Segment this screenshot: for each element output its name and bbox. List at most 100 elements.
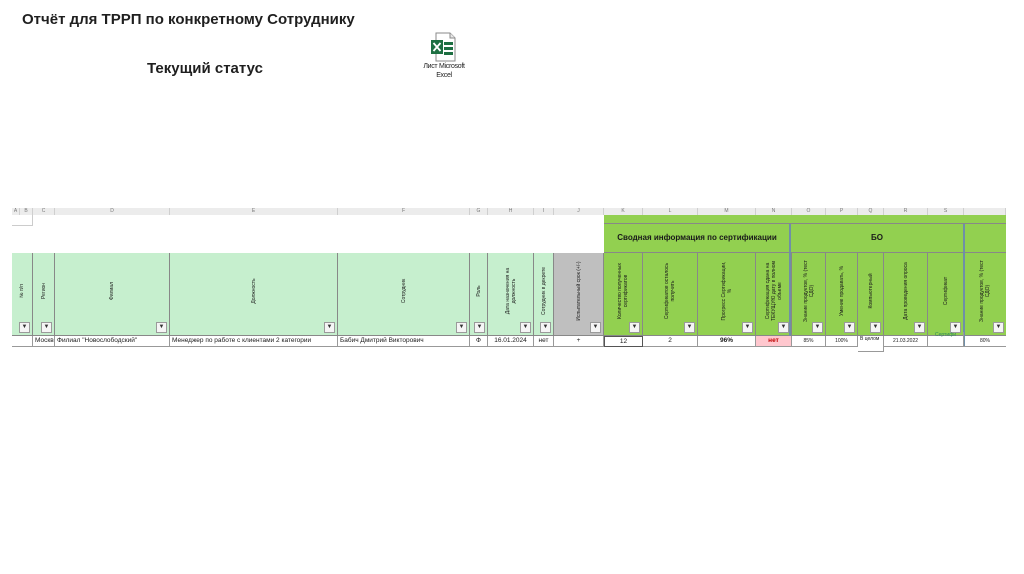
column-letter-B: B — [20, 208, 33, 215]
header-label: Компьютерный — [867, 273, 874, 309]
column-letter-C: C — [33, 208, 55, 215]
column-letter-R: R — [884, 208, 928, 215]
filter-dropdown-icon[interactable]: ▼ — [812, 322, 823, 333]
header-label: Испытательный срок (+/-) — [575, 261, 582, 321]
spreadsheet-excerpt: A B C D E F G H I J K L M N O P Q R S Св… — [12, 208, 1006, 352]
header-region: Регион ▼ — [33, 253, 55, 336]
column-letter-T — [964, 208, 1006, 215]
header-position: Должность ▼ — [170, 253, 338, 336]
header-probation: Испытательный срок (+/-) ▼ — [554, 253, 604, 336]
page-subtitle: Текущий статус — [147, 60, 263, 77]
header-branch: Филиал ▼ — [55, 253, 170, 336]
cell-cert-complete[interactable]: нет — [756, 336, 792, 347]
header-label: Дата проведения опроса — [902, 261, 909, 320]
blank-area — [12, 226, 604, 253]
header-label: Знание продуктов, % (тест СДО) — [979, 259, 991, 322]
cell-num[interactable] — [12, 336, 33, 347]
header-num: № п/п ▼ — [12, 253, 33, 336]
column-letter-H: H — [488, 208, 534, 215]
cell-certs-remaining[interactable]: 2 — [643, 336, 698, 347]
header-label: Роль — [475, 285, 482, 297]
green-band — [604, 215, 1006, 224]
cell-employee[interactable]: Бабич Дмитрий Викторович — [338, 336, 470, 347]
excel-icon — [431, 32, 456, 62]
header-label: Должность — [250, 278, 257, 304]
header-label: Регион — [40, 282, 47, 299]
header-product-knowledge: Знание продуктов, % (тест СДО) ▼ — [792, 253, 826, 336]
cell-region[interactable]: Москва — [33, 336, 55, 347]
attachment-label-line1: Лист Microsoft — [423, 63, 465, 70]
header-product-knowledge-2: Знание продуктов, % (тест СДО) ▼ — [964, 253, 1006, 336]
column-letter-E: E — [170, 208, 338, 215]
header-maternity: Сотрудник в декрете ▼ — [534, 253, 554, 336]
bo-group-label: БО — [871, 233, 883, 242]
filter-dropdown-icon[interactable]: ▼ — [629, 322, 640, 333]
column-letter-A: A — [12, 208, 20, 215]
page-title: Отчёт для ТРРП по конкретному Сотруднику — [22, 11, 355, 28]
certification-group-label: Сводная информация по сертификации — [617, 233, 777, 242]
group-separator — [789, 224, 791, 347]
filter-dropdown-icon[interactable]: ▼ — [474, 322, 485, 333]
filter-dropdown-icon[interactable]: ▼ — [590, 322, 601, 333]
attachment-label-line2: Excel — [436, 72, 452, 79]
header-employee: Сотрудник ▼ — [338, 253, 470, 336]
excel-attachment[interactable]: Лист Microsoft Excel — [408, 32, 480, 90]
filter-dropdown-icon[interactable]: ▼ — [520, 322, 531, 333]
column-letter-I: I — [534, 208, 554, 215]
header-appointment-date: Дата назначения на должность ▼ — [488, 253, 534, 336]
column-letter-F: F — [338, 208, 470, 215]
filter-dropdown-icon[interactable]: ▼ — [540, 322, 551, 333]
header-label: Дата назначения на должность — [504, 267, 517, 314]
filter-dropdown-icon[interactable]: ▼ — [870, 322, 881, 333]
filter-dropdown-icon[interactable]: ▼ — [19, 322, 30, 333]
filter-dropdown-icon[interactable]: ▼ — [914, 322, 925, 333]
header-survey-date: Дата проведения опроса ▼ — [884, 253, 928, 336]
cell-certificate[interactable]: Сертифи — [928, 332, 964, 347]
filter-dropdown-icon[interactable]: ▼ — [324, 322, 335, 333]
cell-probation[interactable]: + — [554, 336, 604, 347]
column-letter-M: M — [698, 208, 756, 215]
column-letter-P: P — [826, 208, 858, 215]
header-label: Умение продавать, % — [838, 265, 845, 316]
cell-branch[interactable]: Филиал "Новослободский" — [55, 336, 170, 347]
cell-certs-received[interactable]: 12 — [604, 336, 643, 347]
cell-position[interactable]: Менеджер по работе с клиентами 2 категор… — [170, 336, 338, 347]
filter-dropdown-icon[interactable]: ▼ — [844, 322, 855, 333]
header-role: Роль ▼ — [470, 253, 488, 336]
cell-appointment-date[interactable]: 16.01.2024 — [488, 336, 534, 347]
filter-dropdown-icon[interactable]: ▼ — [156, 322, 167, 333]
header-label: Сотрудник в декрете — [540, 266, 547, 315]
header-label: Сертификация сдана на ТЕКУЩУЮ дату в пол… — [764, 260, 783, 321]
header-cert-progress: Прогресс Сертификации, % ▼ — [698, 253, 756, 336]
filter-dropdown-icon[interactable]: ▼ — [993, 322, 1004, 333]
filter-dropdown-icon[interactable]: ▼ — [778, 322, 789, 333]
bo-group-header: БО — [790, 224, 964, 253]
column-letter-L: L — [643, 208, 698, 215]
column-letter-N: N — [756, 208, 792, 215]
column-letter-G: G — [470, 208, 488, 215]
header-certs-remaining: Сертификатов осталось получить ▼ — [643, 253, 698, 336]
header-label: № п/п — [19, 283, 25, 298]
header-certificate: Сертификат ▼ — [928, 253, 964, 336]
filter-dropdown-icon[interactable]: ▼ — [684, 322, 695, 333]
column-letter-K: K — [604, 208, 643, 215]
column-letter-D: D — [55, 208, 170, 215]
header-sales-skill: Умение продавать, % ▼ — [826, 253, 858, 336]
cell-role[interactable]: Ф — [470, 336, 488, 347]
filter-dropdown-icon[interactable]: ▼ — [41, 322, 52, 333]
group-separator — [963, 224, 965, 347]
filter-dropdown-icon[interactable]: ▼ — [742, 322, 753, 333]
cell-sales-skill[interactable]: 100% — [826, 336, 858, 347]
column-letter-O: O — [792, 208, 826, 215]
cell-survey-date[interactable]: 21.03.2022 — [884, 336, 928, 347]
cell-cert-progress[interactable]: 96% — [698, 336, 756, 347]
column-letter-Q: Q — [858, 208, 884, 215]
cell-computer[interactable]: В целом — [858, 336, 884, 352]
next-group-header — [964, 224, 1006, 253]
cell-product-knowledge[interactable]: 85% — [792, 336, 826, 347]
cell-maternity[interactable]: нет — [534, 336, 554, 347]
filter-dropdown-icon[interactable]: ▼ — [456, 322, 467, 333]
blank-cell — [12, 215, 33, 226]
cell-product-knowledge-2[interactable]: 80% — [964, 336, 1006, 347]
header-label: Прогресс Сертификации, % — [720, 261, 733, 321]
